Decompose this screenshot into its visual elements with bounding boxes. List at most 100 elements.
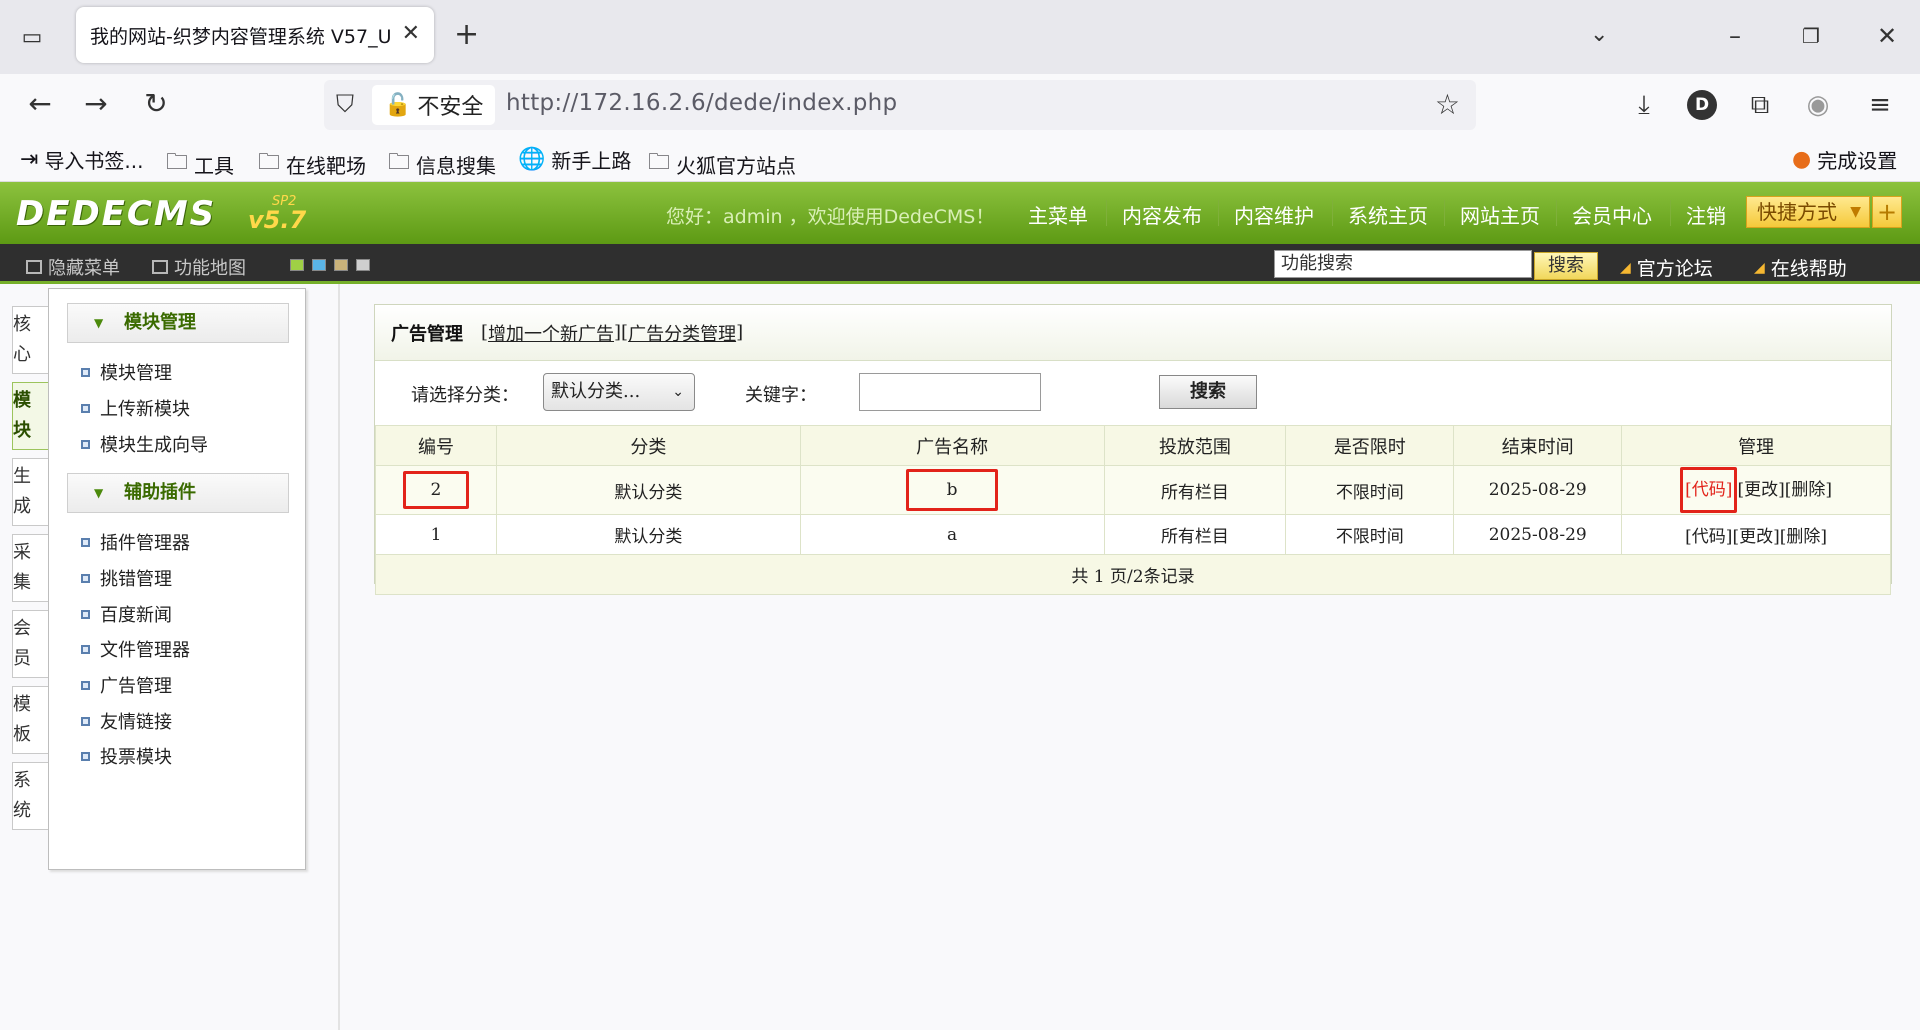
chevron-down-icon[interactable]: ⌄ <box>1590 22 1608 47</box>
extensions-icon[interactable]: ⧉ <box>1742 88 1778 122</box>
menu-item-file-manager[interactable]: 文件管理器 <box>81 636 190 662</box>
side-tab-collect[interactable]: 采集 <box>12 534 48 602</box>
bookmark-star-icon[interactable]: ☆ <box>1435 88 1460 121</box>
menu-item-upload-module[interactable]: 上传新模块 <box>81 395 190 421</box>
filter-bar: 请选择分类： 默认分类... ⌄ 关键字： 搜索 <box>375 361 1891 425</box>
folder-icon: 🗀 <box>166 150 189 175</box>
insecure-indicator[interactable]: 🔓 不安全 <box>372 85 496 125</box>
left-menu: ▼ 模块管理 模块管理 上传新模块 模块生成向导 ▼ 辅助插件 插件管理器 挑错… <box>48 288 306 870</box>
globe-icon: 🌐 <box>518 147 546 172</box>
profile-avatar[interactable]: D <box>1687 90 1717 120</box>
menu-icon[interactable]: ≡ <box>1862 88 1898 122</box>
bookmark-tools[interactable]: 🗀 工具 <box>166 145 234 183</box>
reload-icon[interactable]: ↻ <box>136 86 176 122</box>
menu-item-module-wizard[interactable]: 模块生成向导 <box>81 431 208 457</box>
function-search-button[interactable]: 搜索 <box>1534 252 1598 280</box>
menu-item-plugin-manager[interactable]: 插件管理器 <box>81 529 190 555</box>
side-tabs: 核心 模块 生成 采集 会员 模板 系统 <box>12 306 48 838</box>
category-select[interactable]: 默认分类... ⌄ <box>543 373 695 411</box>
edit-link[interactable]: [更改] <box>1732 527 1779 547</box>
topnav-logout[interactable]: 注销 <box>1686 200 1726 229</box>
code-link[interactable]: [代码] <box>1685 527 1732 547</box>
side-tab-generate[interactable]: 生成 <box>12 458 48 526</box>
skin-blue-icon[interactable] <box>312 259 326 271</box>
skin-green-icon[interactable] <box>290 259 304 271</box>
bookmark-info-gathering[interactable]: 🗀 信息搜集 <box>388 145 496 183</box>
side-tab-member-label: 会员 <box>13 618 31 669</box>
new-tab-icon[interactable]: + <box>454 20 479 50</box>
side-tab-system[interactable]: 系统 <box>12 762 48 830</box>
topnav-system-home[interactable]: 系统主页 <box>1348 200 1428 229</box>
forward-icon[interactable]: → <box>76 86 116 122</box>
close-tab-icon[interactable]: ✕ <box>402 21 420 46</box>
active-tab[interactable]: 我的网站-织梦内容管理系统 V57_U ✕ <box>76 7 434 63</box>
topnav-main-menu[interactable]: 主菜单 <box>1028 200 1088 229</box>
category-filter-label: 请选择分类： <box>411 385 519 406</box>
side-tab-core[interactable]: 核心 <box>12 306 48 374</box>
bullet-icon <box>81 439 90 449</box>
browser-nav-bar: ← → ↻ ⛉ 🔓 不安全 http://172.16.2.6/dede/ind… <box>0 74 1920 134</box>
side-tab-template[interactable]: 模板 <box>12 686 48 754</box>
ad-management-panel: 广告管理 [增加一个新广告][广告分类管理] 请选择分类： 默认分类... ⌄ … <box>374 304 1892 595</box>
back-icon[interactable]: ← <box>20 86 60 122</box>
extension-circle-icon[interactable]: ◉ <box>1800 88 1836 122</box>
add-ad-link[interactable]: 增加一个新广告 <box>488 320 614 346</box>
window-close-icon[interactable]: ✕ <box>1862 18 1912 54</box>
keyword-input[interactable] <box>859 373 1041 411</box>
side-tab-modules[interactable]: 模块 <box>12 382 48 450</box>
restore-icon[interactable]: ❐ <box>1786 18 1836 54</box>
topnav-maintain[interactable]: 内容维护 <box>1234 200 1314 229</box>
menu-item-vote-module[interactable]: 投票模块 <box>81 743 172 769</box>
menu-item-module-management[interactable]: 模块管理 <box>81 359 172 385</box>
menu-item-friend-links[interactable]: 友情链接 <box>81 708 172 734</box>
menu-group-plugins[interactable]: ▼ 辅助插件 <box>67 473 289 513</box>
minimize-icon[interactable]: – <box>1710 18 1760 54</box>
topnav-site-home[interactable]: 网站主页 <box>1460 200 1540 229</box>
signal-icon: ◢ <box>1754 259 1765 276</box>
forum-link[interactable]: ◢ 官方论坛 <box>1620 254 1713 281</box>
add-quick-icon[interactable]: + <box>1872 196 1902 228</box>
bullet-icon <box>81 537 90 547</box>
download-icon[interactable]: ⤓ <box>1626 88 1662 122</box>
bookmark-online-range[interactable]: 🗀 在线靶场 <box>258 145 366 183</box>
bookmark-firefox-sites[interactable]: 🗀 火狐官方站点 <box>648 145 796 183</box>
menu-group-module-management[interactable]: ▼ 模块管理 <box>67 303 289 343</box>
edit-link[interactable]: [更改] <box>1737 480 1784 500</box>
collapse-triangle-icon: ▼ <box>94 486 104 500</box>
url-text[interactable]: http://172.16.2.6/dede/index.php <box>506 90 897 116</box>
search-button[interactable]: 搜索 <box>1159 375 1257 409</box>
hide-menu-link[interactable]: 隐藏菜单 <box>26 254 120 280</box>
bookmark-import[interactable]: ⇥ 导入书签... <box>20 145 144 174</box>
delete-link[interactable]: [删除] <box>1780 527 1827 547</box>
bookmarks-bar: ⇥ 导入书签... 🗀 工具 🗀 在线靶场 🗀 信息搜集 🌐 新手上路 🗀 火狐官方站点 ●… <box>0 134 1920 182</box>
side-tab-member[interactable]: 会员 <box>12 610 48 678</box>
topnav-publish[interactable]: 内容发布 <box>1122 200 1202 229</box>
insecure-lock-icon: 🔓 <box>384 92 412 118</box>
browser-tab-bar: ▭ 我的网站-织梦内容管理系统 V57_U ✕ + ⌄ – ❐ ✕ <box>0 0 1920 74</box>
menu-item-baidu-news[interactable]: 百度新闻 <box>81 601 172 627</box>
skin-tan-icon[interactable] <box>334 259 348 271</box>
url-bar[interactable]: ⛉ 🔓 不安全 http://172.16.2.6/dede/index.php… <box>324 80 1476 130</box>
col-manage: 管理 <box>1621 425 1891 466</box>
ad-category-link[interactable]: 广告分类管理 <box>628 320 736 346</box>
greeting: 您好：admin ，欢迎使用DedeCMS！ <box>666 206 995 228</box>
bullet-icon <box>81 751 90 761</box>
tab-list-icon[interactable]: ▭ <box>14 22 50 52</box>
cell-category: 默认分类 <box>495 465 801 515</box>
finish-setup[interactable]: ● 完成设置 <box>1792 145 1897 174</box>
bookmark-getting-started[interactable]: 🌐 新手上路 <box>518 145 631 174</box>
function-map-link[interactable]: 功能地图 <box>152 254 246 280</box>
code-link[interactable]: [代码] <box>1680 467 1738 513</box>
cell-scope: 所有栏目 <box>1103 465 1287 515</box>
skin-gray-icon[interactable] <box>356 259 370 271</box>
help-link[interactable]: ◢ 在线帮助 <box>1754 254 1847 281</box>
folder-icon: 🗀 <box>258 150 281 175</box>
function-search-input[interactable]: 功能搜索 <box>1274 250 1532 278</box>
delete-link[interactable]: [删除] <box>1785 480 1832 500</box>
menu-item-error-report[interactable]: 挑错管理 <box>81 565 172 591</box>
quick-access-dropdown[interactable]: 快捷方式 ▼ <box>1746 196 1870 228</box>
topnav-member-center[interactable]: 会员中心 <box>1572 200 1652 229</box>
shield-icon[interactable]: ⛉ <box>336 90 354 118</box>
cell-id: 2 <box>375 465 497 515</box>
menu-item-ad-management[interactable]: 广告管理 <box>81 672 172 698</box>
